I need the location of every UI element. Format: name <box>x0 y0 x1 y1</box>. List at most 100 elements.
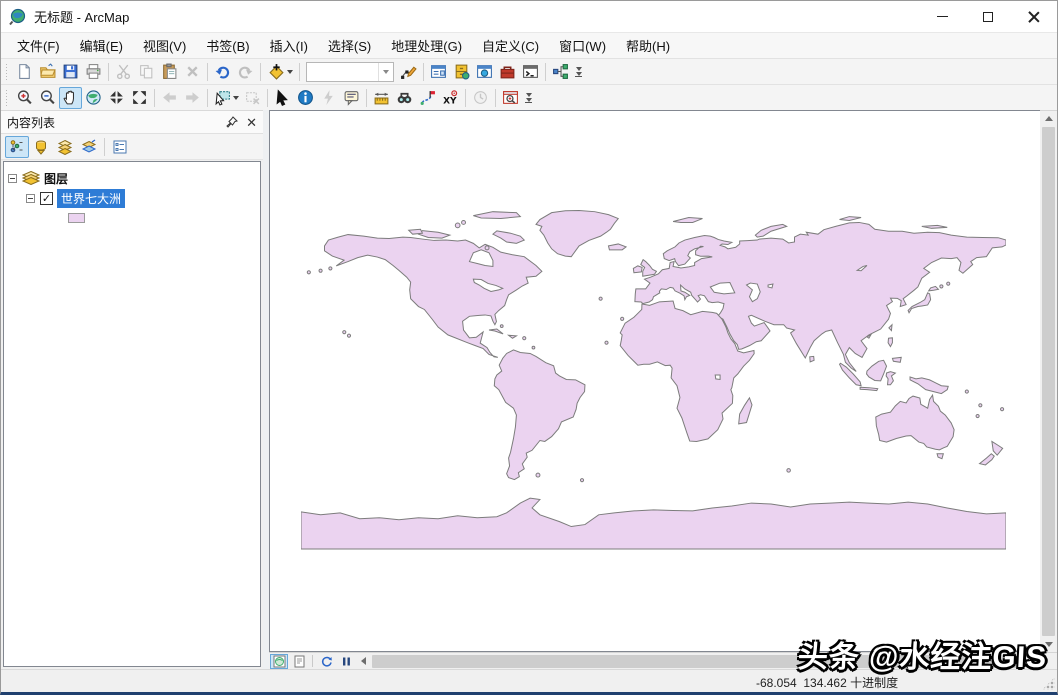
toc-close-icon[interactable]: ✕ <box>246 116 257 129</box>
editor-sketch-icon[interactable] <box>397 61 420 83</box>
menu-customize[interactable]: 自定义(C) <box>472 33 549 58</box>
time-slider-icon[interactable] <box>469 87 492 109</box>
legend-row[interactable] <box>68 208 256 228</box>
zoom-in-icon[interactable] <box>13 87 36 109</box>
scroll-up-icon[interactable] <box>1041 111 1056 126</box>
pause-drawing-button[interactable] <box>337 654 355 669</box>
search-window-icon[interactable] <box>473 61 496 83</box>
toolbar-separator <box>312 655 313 667</box>
cut-icon[interactable] <box>112 61 135 83</box>
toolbar-separator <box>260 62 261 81</box>
back-extent-icon[interactable] <box>158 87 181 109</box>
tools-toolbar: XY <box>1 84 1057 110</box>
full-extent-icon[interactable] <box>82 87 105 109</box>
map-scale-combo[interactable] <box>306 61 394 82</box>
add-data-button[interactable] <box>264 61 296 83</box>
redo-icon[interactable] <box>234 61 257 83</box>
list-by-drawing-order-icon[interactable] <box>5 135 29 158</box>
find-route-icon[interactable] <box>416 87 439 109</box>
arctoolbox-window-icon[interactable] <box>496 61 519 83</box>
python-window-icon[interactable] <box>519 61 542 83</box>
viewer-window-icon[interactable] <box>499 87 522 109</box>
select-elements-icon[interactable] <box>271 87 294 109</box>
fixed-zoom-out-icon[interactable] <box>128 87 151 109</box>
maximize-button[interactable] <box>965 1 1011 32</box>
toolbar-separator <box>366 88 367 107</box>
list-by-source-icon[interactable] <box>29 136 53 158</box>
layer-visibility-checkbox[interactable]: ✓ <box>40 191 53 205</box>
menu-bookmarks[interactable]: 书签(B) <box>196 33 259 58</box>
forward-extent-icon[interactable] <box>181 87 204 109</box>
pin-icon[interactable] <box>226 116 239 128</box>
minimize-icon <box>936 16 948 17</box>
toc-header[interactable]: 内容列表 ✕ <box>1 111 263 134</box>
vertical-scrollbar[interactable] <box>1040 110 1057 652</box>
vertical-scroll-thumb[interactable] <box>1042 127 1055 636</box>
menu-edit[interactable]: 编辑(E) <box>70 33 133 58</box>
catalog-window-icon[interactable] <box>450 61 473 83</box>
layer-name[interactable]: 世界七大洲 <box>57 188 126 208</box>
list-by-visibility-icon[interactable] <box>53 136 77 158</box>
menu-bar: 文件(F) 编辑(E) 视图(V) 书签(B) 插入(I) 选择(S) 地理处理… <box>1 32 1057 58</box>
toolbar-grip[interactable] <box>5 89 9 106</box>
identify-icon[interactable] <box>294 87 317 109</box>
undo-icon[interactable] <box>211 61 234 83</box>
go-to-xy-icon[interactable]: XY <box>439 87 462 109</box>
fixed-zoom-in-icon[interactable] <box>105 87 128 109</box>
map-scale-input[interactable] <box>307 63 378 80</box>
toolbar-separator <box>104 137 105 156</box>
print-icon[interactable] <box>82 61 105 83</box>
close-button[interactable] <box>1011 1 1057 32</box>
toolbar-grip[interactable] <box>5 63 9 80</box>
measure-icon[interactable] <box>370 87 393 109</box>
window-title: 无标题 - ArcMap <box>34 10 130 25</box>
collapse-icon[interactable] <box>8 173 17 183</box>
refresh-view-button[interactable] <box>317 654 335 669</box>
modelbuilder-icon[interactable] <box>549 61 572 83</box>
chevron-down-icon[interactable] <box>378 62 393 81</box>
minimize-button[interactable] <box>919 1 965 32</box>
world-map <box>301 198 1006 550</box>
copy-icon[interactable] <box>135 61 158 83</box>
zoom-out-icon[interactable] <box>36 87 59 109</box>
toc-options-icon[interactable] <box>108 136 132 158</box>
new-document-icon[interactable] <box>13 61 36 83</box>
find-icon[interactable] <box>393 87 416 109</box>
menu-window[interactable]: 窗口(W) <box>549 33 616 58</box>
toolbar-separator <box>267 88 268 107</box>
table-of-contents-window-icon[interactable] <box>427 61 450 83</box>
toc-toolbar <box>1 134 263 160</box>
menu-help[interactable]: 帮助(H) <box>616 33 680 58</box>
layers-root-label: 图层 <box>44 171 69 186</box>
open-icon[interactable] <box>36 61 59 83</box>
save-icon[interactable] <box>59 61 82 83</box>
html-popup-icon[interactable] <box>340 87 363 109</box>
menu-insert[interactable]: 插入(I) <box>260 33 318 58</box>
menu-selection[interactable]: 选择(S) <box>318 33 381 58</box>
toolbar-separator <box>495 88 496 107</box>
resize-grip[interactable] <box>1042 677 1055 690</box>
map-canvas[interactable] <box>269 110 1040 652</box>
pan-icon[interactable] <box>59 86 82 109</box>
layers-root-row[interactable]: 图层 <box>8 168 256 188</box>
scroll-left-icon[interactable] <box>356 654 371 669</box>
toolbar-overflow-icon[interactable] <box>525 92 532 103</box>
layout-view-button[interactable] <box>290 654 308 669</box>
toolbar-separator <box>465 88 466 107</box>
list-by-selection-icon[interactable] <box>77 136 101 158</box>
data-view-button[interactable] <box>270 653 288 669</box>
clear-selection-icon[interactable] <box>241 87 264 109</box>
hyperlink-icon[interactable] <box>317 87 340 109</box>
paste-icon[interactable] <box>158 61 181 83</box>
layer-row[interactable]: ✓ 世界七大洲 <box>26 188 256 208</box>
toolbar-separator <box>108 62 109 81</box>
toolbar-overflow-icon[interactable] <box>575 66 582 77</box>
menu-view[interactable]: 视图(V) <box>133 33 196 58</box>
menu-file[interactable]: 文件(F) <box>7 33 70 58</box>
delete-icon[interactable] <box>181 61 204 83</box>
legend-swatch[interactable] <box>68 213 85 223</box>
collapse-icon[interactable] <box>26 193 35 203</box>
menu-geoprocessing[interactable]: 地理处理(G) <box>381 33 472 58</box>
watermark-text: 头条 @水经注GIS <box>796 641 1048 674</box>
select-features-icon[interactable] <box>211 87 241 109</box>
